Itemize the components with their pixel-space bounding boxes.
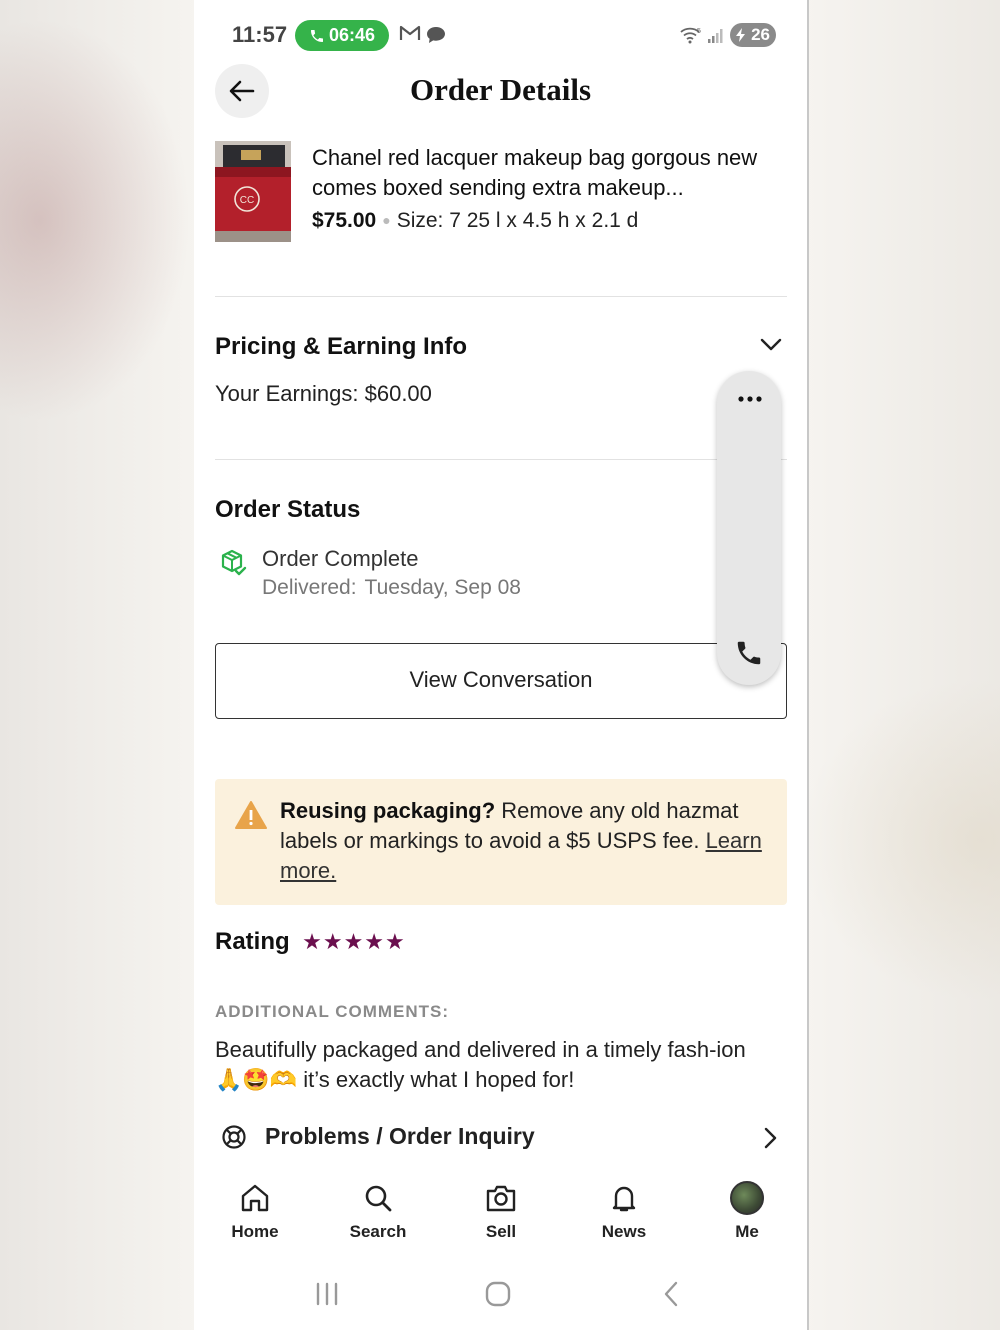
package-check-icon: [221, 549, 247, 576]
nav-home-label: Home: [231, 1222, 279, 1241]
more-options-icon[interactable]: [737, 395, 763, 403]
product-image: CC: [215, 141, 291, 242]
battery-level: 26: [751, 25, 770, 44]
floating-call-panel[interactable]: [717, 371, 781, 685]
lifebuoy-icon: [222, 1125, 246, 1149]
product-size: Size: 7 25 l x 4.5 h x 2.1 d: [396, 209, 639, 232]
chevron-down-icon[interactable]: [760, 338, 782, 352]
search-icon: [365, 1185, 392, 1212]
divider: [215, 459, 787, 460]
problems-order-inquiry-row[interactable]: Problems / Order Inquiry: [215, 1115, 787, 1161]
view-conversation-button[interactable]: View Conversation: [215, 643, 787, 719]
phone-screen: 11:57 06:46 5 26 Order Details CC Chanel…: [194, 0, 809, 1330]
delivered-info: Delivered: Tuesday, Sep 08: [262, 576, 529, 600]
signal-icon: [708, 29, 723, 43]
delivered-date: Tuesday, Sep 08: [364, 576, 521, 599]
charging-bolt-icon: [736, 28, 745, 42]
svg-text:CC: CC: [240, 195, 254, 206]
nav-sell[interactable]: Sell: [456, 1180, 546, 1242]
product-price: $75.00: [312, 209, 377, 232]
product-meta: $75.00 ● Size: 7 25 l x 4.5 h x 2.1 d: [312, 209, 638, 233]
home-button-icon[interactable]: [484, 1280, 512, 1308]
nav-news[interactable]: News: [579, 1180, 669, 1242]
nav-me[interactable]: Me: [702, 1180, 792, 1242]
delivered-label: Delivered:: [262, 576, 357, 599]
notice-bold: Reusing packaging?: [280, 798, 496, 823]
product-thumbnail[interactable]: CC: [215, 141, 291, 242]
chevron-right-icon: [764, 1127, 777, 1149]
status-bar: 11:57 06:46 5 26: [194, 14, 807, 58]
nav-search[interactable]: Search: [333, 1180, 423, 1242]
system-back-icon[interactable]: [660, 1280, 682, 1308]
order-status-value: Order Complete: [262, 546, 419, 571]
your-earnings: Your Earnings: $60.00: [215, 381, 432, 406]
bell-icon: [612, 1186, 636, 1212]
nav-home[interactable]: Home: [210, 1180, 300, 1242]
separator-dot: ●: [382, 212, 391, 228]
status-time: 11:57: [232, 22, 288, 47]
home-icon: [241, 1184, 269, 1212]
rating-row: Rating ★★★★★: [215, 928, 406, 958]
rating-stars: ★★★★★: [302, 929, 406, 954]
warning-icon: [235, 801, 267, 829]
rating-label: Rating: [215, 928, 290, 955]
call-timer: 06:46: [328, 25, 376, 45]
nav-me-label: Me: [735, 1222, 759, 1241]
avatar: [730, 1181, 764, 1215]
product-title[interactable]: Chanel red lacquer makeup bag gorgous ne…: [312, 143, 782, 203]
phone-icon: [310, 30, 323, 42]
nav-news-label: News: [601, 1222, 647, 1241]
camera-icon: [486, 1185, 516, 1212]
ongoing-call-pill[interactable]: 06:46: [295, 20, 389, 51]
packaging-notice: Reusing packaging? Remove any old hazmat…: [215, 779, 787, 905]
order-status-title: Order Status: [215, 496, 361, 523]
battery-icon: 26: [730, 23, 776, 47]
bottom-navigation: Home Search Sell News Me: [194, 1180, 807, 1250]
system-navigation-bar: [194, 1280, 807, 1314]
pricing-section-title[interactable]: Pricing & Earning Info: [215, 333, 467, 361]
phone-icon[interactable]: [734, 638, 764, 668]
divider: [215, 296, 787, 297]
notice-text: Reusing packaging? Remove any old hazmat…: [280, 796, 776, 886]
page-title: Order Details: [409, 72, 592, 107]
recent-apps-icon[interactable]: [314, 1280, 340, 1308]
svg-text:5: 5: [697, 28, 701, 35]
gmail-icon: [399, 25, 421, 40]
chat-icon: [427, 27, 445, 43]
problems-label: Problems / Order Inquiry: [265, 1123, 535, 1149]
additional-comments-text: Beautifully packaged and delivered in a …: [215, 1037, 746, 1092]
nav-sell-label: Sell: [485, 1222, 517, 1241]
additional-comments-label: ADDITIONAL COMMENTS:: [215, 1002, 450, 1021]
wifi-icon: 5: [680, 27, 701, 44]
nav-search-label: Search: [349, 1222, 407, 1241]
